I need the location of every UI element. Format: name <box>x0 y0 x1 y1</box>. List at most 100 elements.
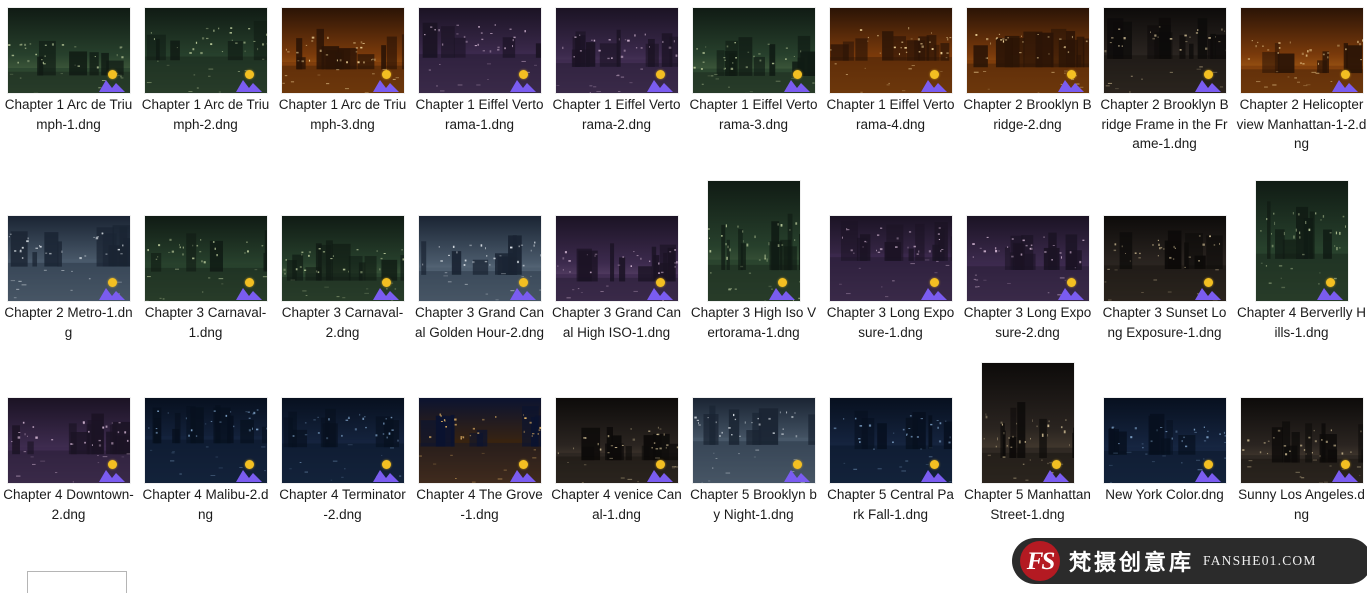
photo-thumbnail[interactable] <box>556 8 678 93</box>
thumbnail-wrapper[interactable] <box>959 8 1096 93</box>
file-item[interactable]: Chapter 2 Brooklyn Bridge-2.dng <box>959 8 1096 134</box>
file-item[interactable]: Chapter 4 Berverlly Hills-1.dng <box>1233 181 1367 342</box>
thumbnail-wrapper[interactable] <box>274 8 411 93</box>
photo-thumbnail[interactable] <box>1104 8 1226 93</box>
file-item[interactable]: Chapter 2 Brooklyn Bridge Frame in the F… <box>1096 8 1233 154</box>
file-item[interactable]: Chapter 5 Central Park Fall-1.dng <box>822 398 959 524</box>
file-item[interactable]: Chapter 2 Metro-1.dng <box>0 216 137 342</box>
file-item[interactable]: Chapter 1 Eiffel Vertorama-4.dng <box>822 8 959 134</box>
photo-thumbnail[interactable] <box>419 8 541 93</box>
file-item[interactable]: Chapter 3 Carnaval-2.dng <box>274 216 411 342</box>
photo-thumbnail[interactable] <box>8 8 130 93</box>
photo-thumbnail[interactable] <box>419 398 541 483</box>
photo-thumbnail[interactable] <box>282 8 404 93</box>
thumbnail-wrapper[interactable] <box>685 398 822 483</box>
photo-thumbnail[interactable] <box>1241 398 1363 483</box>
thumbnail-wrapper[interactable] <box>959 363 1096 483</box>
photo-thumbnail[interactable] <box>982 363 1074 483</box>
thumbnail-wrapper[interactable] <box>0 8 137 93</box>
photo-thumbnail[interactable] <box>556 216 678 301</box>
thumbnail-image <box>419 216 541 301</box>
photo-thumbnail[interactable] <box>145 8 267 93</box>
thumbnail-wrapper[interactable] <box>548 398 685 483</box>
photo-thumbnail[interactable] <box>967 8 1089 93</box>
thumbnail-wrapper[interactable] <box>1233 181 1367 301</box>
thumbnail-wrapper[interactable] <box>411 398 548 483</box>
file-item[interactable]: Chapter 1 Eiffel Vertorama-2.dng <box>548 8 685 134</box>
thumbnail-wrapper[interactable] <box>822 8 959 93</box>
file-item[interactable]: Chapter 5 Brooklyn by Night-1.dng <box>685 398 822 524</box>
thumbnail-wrapper[interactable] <box>411 8 548 93</box>
file-item[interactable]: Chapter 1 Arc de Triumph-1.dng <box>0 8 137 134</box>
photo-thumbnail[interactable] <box>830 8 952 93</box>
file-item[interactable]: Chapter 4 Downtown-2.dng <box>0 398 137 524</box>
file-item[interactable]: Chapter 5 Manhattan Street-1.dng <box>959 363 1096 524</box>
photo-thumbnail[interactable] <box>1104 398 1226 483</box>
photo-thumbnail[interactable] <box>145 398 267 483</box>
watermark-overlay: FS 梵摄创意库 FANSHE01.COM <box>1012 538 1367 584</box>
photo-thumbnail[interactable] <box>1256 181 1348 301</box>
thumbnail-image <box>145 398 267 483</box>
thumbnail-wrapper[interactable] <box>1233 8 1367 93</box>
thumbnail-wrapper[interactable] <box>137 216 274 301</box>
file-item[interactable]: Chapter 1 Eiffel Vertorama-3.dng <box>685 8 822 134</box>
file-item[interactable]: Chapter 1 Arc de Triumph-2.dng <box>137 8 274 134</box>
file-item[interactable]: Chapter 3 Grand Canal High ISO-1.dng <box>548 216 685 342</box>
thumbnail-wrapper[interactable] <box>411 216 548 301</box>
photo-thumbnail[interactable] <box>556 398 678 483</box>
thumbnail-wrapper[interactable] <box>0 398 137 483</box>
file-item[interactable]: Chapter 1 Eiffel Vertorama-1.dng <box>411 8 548 134</box>
file-item[interactable]: Chapter 4 Malibu-2.dng <box>137 398 274 524</box>
file-name-label: Chapter 2 Metro-1.dng <box>0 303 137 342</box>
file-name-label: Chapter 2 Helicopter view Manhattan-1-2.… <box>1233 95 1367 154</box>
thumbnail-image <box>1256 181 1348 301</box>
photo-thumbnail[interactable] <box>282 398 404 483</box>
thumbnail-wrapper[interactable] <box>137 8 274 93</box>
file-item[interactable]: Chapter 3 Long Exposure-2.dng <box>959 216 1096 342</box>
photo-thumbnail[interactable] <box>282 216 404 301</box>
photo-thumbnail[interactable] <box>1104 216 1226 301</box>
thumbnail-wrapper[interactable] <box>274 216 411 301</box>
thumbnail-wrapper[interactable] <box>1096 216 1233 301</box>
file-item[interactable]: Chapter 3 Carnaval-1.dng <box>137 216 274 342</box>
photo-thumbnail[interactable] <box>693 8 815 93</box>
thumbnail-wrapper[interactable] <box>0 216 137 301</box>
thumbnail-wrapper[interactable] <box>1233 398 1367 483</box>
thumbnail-wrapper[interactable] <box>959 216 1096 301</box>
photo-thumbnail[interactable] <box>8 216 130 301</box>
file-item[interactable]: Sunny Los Angeles.dng <box>1233 398 1367 524</box>
thumbnail-wrapper[interactable] <box>274 398 411 483</box>
photo-thumbnail[interactable] <box>8 398 130 483</box>
thumbnail-wrapper[interactable] <box>137 398 274 483</box>
file-item[interactable]: Chapter 4 The Grove-1.dng <box>411 398 548 524</box>
thumbnail-wrapper[interactable] <box>822 398 959 483</box>
thumbnail-wrapper[interactable] <box>548 216 685 301</box>
bottom-text-input[interactable] <box>27 571 127 593</box>
photo-thumbnail[interactable] <box>693 398 815 483</box>
thumbnail-wrapper[interactable] <box>1096 398 1233 483</box>
file-item[interactable]: Chapter 3 Grand Canal Golden Hour-2.dng <box>411 216 548 342</box>
thumbnail-wrapper[interactable] <box>685 181 822 301</box>
file-item[interactable]: Chapter 4 Terminator-2.dng <box>274 398 411 524</box>
photo-thumbnail[interactable] <box>1241 8 1363 93</box>
photo-thumbnail[interactable] <box>830 398 952 483</box>
thumbnail-wrapper[interactable] <box>822 216 959 301</box>
photo-thumbnail[interactable] <box>419 216 541 301</box>
thumbnail-wrapper[interactable] <box>685 8 822 93</box>
photo-thumbnail[interactable] <box>967 216 1089 301</box>
file-item[interactable]: Chapter 2 Helicopter view Manhattan-1-2.… <box>1233 8 1367 154</box>
photo-thumbnail[interactable] <box>145 216 267 301</box>
photo-thumbnail[interactable] <box>830 216 952 301</box>
file-item[interactable]: Chapter 1 Arc de Triumph-3.dng <box>274 8 411 134</box>
file-item[interactable]: Chapter 3 Sunset Long Exposure-1.dng <box>1096 216 1233 342</box>
file-item[interactable]: Chapter 3 Long Exposure-1.dng <box>822 216 959 342</box>
file-name-label: Chapter 3 High Iso Vertorama-1.dng <box>685 303 822 342</box>
file-name-label: New York Color.dng <box>1096 485 1233 505</box>
file-thumbnail-grid[interactable]: Chapter 1 Arc de Triumph-1.dngChapter 1 … <box>0 0 1367 584</box>
photo-thumbnail[interactable] <box>708 181 800 301</box>
file-item[interactable]: Chapter 4 venice Canal-1.dng <box>548 398 685 524</box>
thumbnail-wrapper[interactable] <box>1096 8 1233 93</box>
thumbnail-wrapper[interactable] <box>548 8 685 93</box>
file-item[interactable]: New York Color.dng <box>1096 398 1233 505</box>
file-item[interactable]: Chapter 3 High Iso Vertorama-1.dng <box>685 181 822 342</box>
